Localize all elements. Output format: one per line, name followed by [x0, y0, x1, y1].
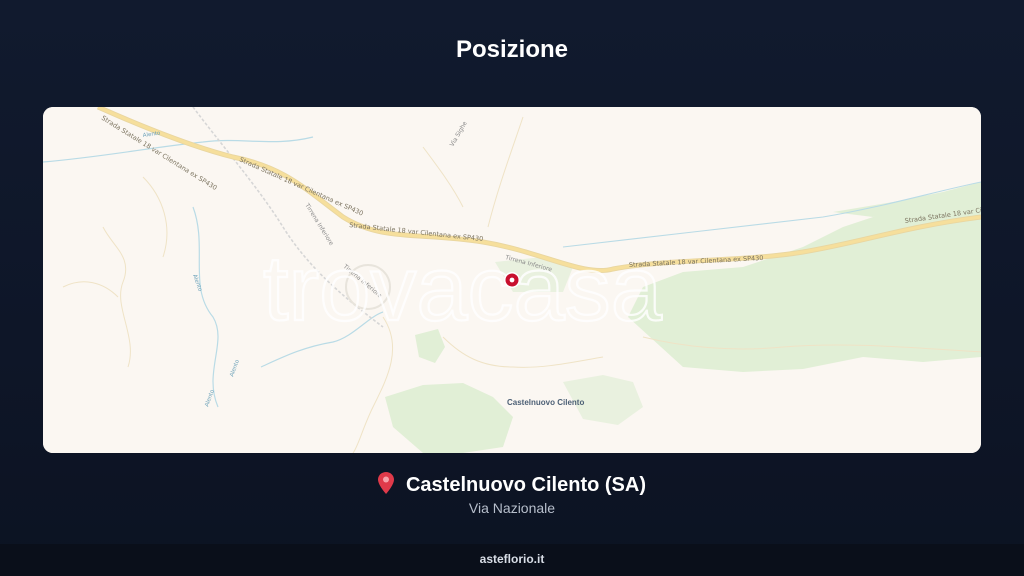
- map-pin-icon: [377, 472, 394, 494]
- footer-site-link[interactable]: asteflorio.it: [480, 552, 545, 566]
- watermark: trovacasa: [263, 238, 663, 340]
- place-label: Castelnuovo Cilento: [507, 398, 584, 407]
- footer: asteflorio.it: [0, 544, 1024, 576]
- map-view[interactable]: Strada Statale 18 var Cilentana ex SP430…: [43, 107, 981, 453]
- location-address: Via Nazionale: [468, 500, 556, 516]
- location-name: Castelnuovo Cilento (SA): [405, 474, 646, 496]
- location-row: Castelnuovo Cilento (SA): [0, 472, 1024, 497]
- map-canvas[interactable]: Strada Statale 18 var Cilentana ex SP430…: [43, 107, 981, 453]
- page-title: Posizione: [455, 36, 569, 63]
- location-marker-icon[interactable]: [504, 272, 520, 288]
